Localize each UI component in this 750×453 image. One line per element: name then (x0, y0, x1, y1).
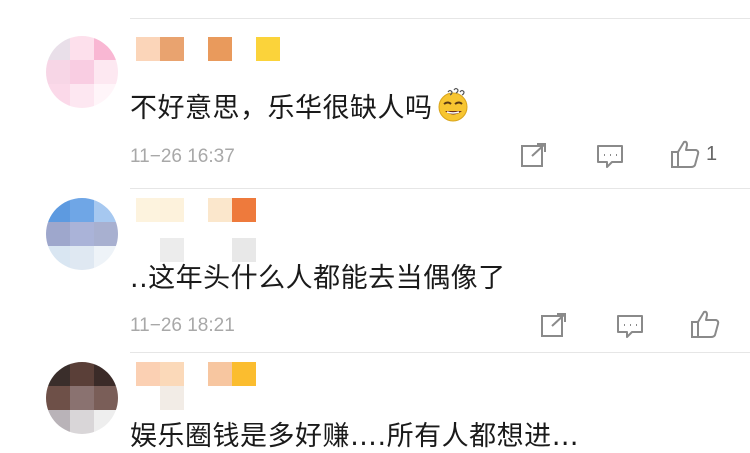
comment-separator (130, 352, 750, 353)
dizzy-grin-emoji-icon (435, 87, 471, 130)
username-mosaic[interactable] (136, 198, 280, 222)
username-mosaic[interactable] (136, 37, 280, 61)
mosaic-cell (136, 37, 160, 61)
mosaic-cell (70, 222, 94, 246)
comment-icon (596, 144, 624, 170)
mosaic-cell (160, 37, 184, 61)
comment-text-content: 不好意思，乐华很缺人吗 (130, 93, 433, 124)
mosaic-cell (94, 198, 118, 222)
mosaic-cell (208, 198, 232, 222)
mosaic-cell (46, 198, 70, 222)
mosaic-cell (160, 362, 184, 386)
mosaic-cell (136, 198, 160, 222)
like-count: 1 (706, 142, 718, 165)
mosaic-cell (256, 37, 280, 61)
avatar[interactable] (46, 362, 118, 434)
mosaic-cell (232, 198, 256, 222)
like-button[interactable] (690, 309, 720, 339)
top-separator (130, 18, 750, 19)
mosaic-cell (256, 386, 280, 410)
share-icon (520, 142, 548, 168)
reply-button[interactable] (596, 144, 624, 170)
mosaic-cell (184, 362, 208, 386)
mosaic-cell (160, 198, 184, 222)
mosaic-cell (94, 84, 118, 108)
user-badge-mosaic (160, 386, 304, 410)
mosaic-cell (46, 222, 70, 246)
mosaic-cell (184, 37, 208, 61)
mosaic-cell (70, 36, 94, 60)
share-icon (540, 312, 568, 338)
mosaic-cell (256, 198, 280, 222)
mosaic-cell (94, 60, 118, 84)
comment-text: ..这年头什么人都能去当偶像了 (130, 263, 506, 294)
mosaic-cell (280, 386, 304, 410)
mosaic-cell (46, 84, 70, 108)
mosaic-cell (94, 410, 118, 434)
mosaic-cell (70, 362, 94, 386)
mosaic-cell (46, 246, 70, 270)
mosaic-cell (94, 362, 118, 386)
comment-icon (616, 314, 644, 340)
comment-text: 娱乐圈钱是多好赚….所有人都想进… (130, 421, 580, 452)
mosaic-cell (46, 410, 70, 434)
mosaic-cell (70, 246, 94, 270)
avatar[interactable] (46, 198, 118, 270)
comment-separator (130, 188, 750, 189)
username-mosaic[interactable] (136, 362, 280, 386)
thumbs-up-icon (690, 309, 720, 339)
mosaic-cell (94, 36, 118, 60)
comment-timestamp: 11−26 18:21 (130, 315, 235, 336)
mosaic-cell (208, 386, 232, 410)
comment-timestamp: 11−26 16:37 (130, 146, 235, 167)
mosaic-cell (46, 60, 70, 84)
mosaic-cell (208, 362, 232, 386)
mosaic-cell (208, 37, 232, 61)
mosaic-cell (232, 37, 256, 61)
mosaic-cell (232, 386, 256, 410)
mosaic-cell (70, 60, 94, 84)
mosaic-cell (94, 222, 118, 246)
mosaic-cell (94, 386, 118, 410)
mosaic-cell (70, 84, 94, 108)
mosaic-cell (136, 362, 160, 386)
thumbs-up-icon (670, 139, 700, 169)
mosaic-cell (184, 386, 208, 410)
mosaic-cell (46, 362, 70, 386)
share-button[interactable] (520, 142, 548, 168)
share-button[interactable] (540, 312, 568, 338)
mosaic-cell (46, 36, 70, 60)
mosaic-cell (184, 198, 208, 222)
mosaic-cell (46, 386, 70, 410)
mosaic-cell (160, 386, 184, 410)
mosaic-cell (70, 198, 94, 222)
like-button[interactable]: 1 (670, 139, 717, 169)
reply-button[interactable] (616, 314, 644, 340)
comment-text: 不好意思，乐华很缺人吗 (130, 86, 471, 130)
mosaic-cell (232, 362, 256, 386)
mosaic-cell (70, 410, 94, 434)
mosaic-cell (256, 362, 280, 386)
mosaic-cell (94, 246, 118, 270)
mosaic-cell (70, 386, 94, 410)
avatar[interactable] (46, 36, 118, 108)
